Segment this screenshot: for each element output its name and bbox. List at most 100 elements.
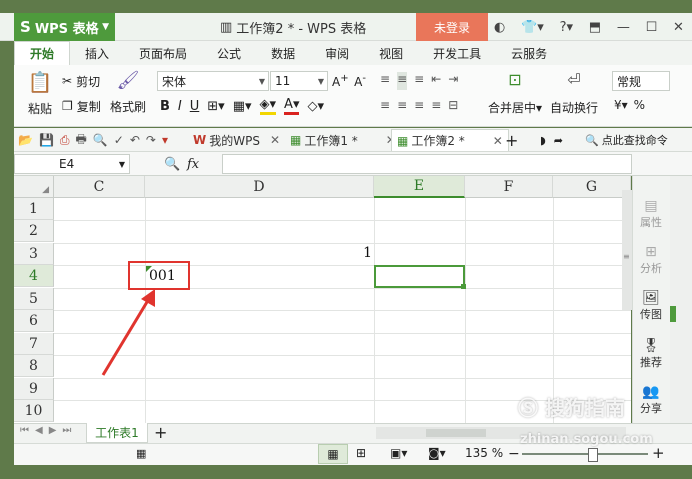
shirt-icon[interactable]: 👕▾ [521,20,544,35]
copy-button[interactable]: ❐ 复制 [62,97,114,115]
font-size-select[interactable]: 11 ▼ [270,71,328,91]
underline-icon[interactable]: U [190,99,200,114]
close-icon[interactable]: ✕ [270,133,280,147]
tab-developer[interactable]: 开发工具 [418,41,496,65]
sheet-tab-1[interactable]: 工作表1 [86,423,148,443]
align-center-icon[interactable]: ≡ [397,98,407,116]
app-menu-button[interactable]: S WPS 表格 ▼ [14,13,115,41]
sidebar-collapse[interactable] [670,176,692,423]
row-header-8[interactable]: 8 [14,355,54,377]
panel-item-recommend[interactable]: 🎖 推荐 [632,338,670,370]
fill-pattern-icon[interactable]: ▦▾ [233,99,252,114]
restore-panel-icon[interactable]: ⬒ [589,20,601,35]
column-header-g[interactable]: G [553,176,631,198]
pointer-icon[interactable]: ➦ [554,134,563,147]
login-button[interactable]: 未登录 [416,13,488,41]
panel-item-upload-image[interactable]: 🖼 传图 [632,290,670,322]
column-header-c[interactable]: C [54,176,145,198]
next-sheet-icon[interactable]: ▶ [49,425,57,441]
zoom-formula-icon[interactable]: 🔍 [164,154,182,174]
increase-indent-icon[interactable]: ⇥ [448,72,458,90]
distributed-icon[interactable]: ⊟ [448,98,458,116]
row-header-10[interactable]: 10 [14,400,54,422]
tab-data[interactable]: 数据 [256,41,310,65]
align-left-icon[interactable]: ≡ [380,98,390,116]
scroll-thumb[interactable] [426,429,486,437]
tab-cloud[interactable]: 云服务 [496,41,562,65]
redo-icon[interactable]: ↷ [146,133,156,147]
paste-button[interactable]: 📋 粘贴 [22,70,58,124]
tab-doc2[interactable]: ▦ 工作簿2 * ✕ [391,129,509,151]
vertical-scrollbar[interactable]: ≡ [622,190,632,310]
close-icon[interactable]: ✕ [493,134,503,148]
column-header-f[interactable]: F [465,176,553,198]
wrap-text-button[interactable]: ⏎ 自动换行 [550,70,598,124]
help-icon[interactable]: ?▾ [560,20,573,35]
row-header-6[interactable]: 6 [14,310,54,332]
new-tab-icon[interactable]: + [505,129,521,151]
border-icon[interactable]: ⊞▾ [207,99,224,114]
zoom-slider[interactable] [522,448,648,462]
tab-review[interactable]: 审阅 [310,41,364,65]
row-header-2[interactable]: 2 [14,220,54,242]
name-box[interactable]: E4 ▼ [14,154,130,174]
print-preview-icon[interactable]: 🔍 [93,133,108,147]
tab-formulas[interactable]: 公式 [202,41,256,65]
panel-item-analysis[interactable]: ⊞ 分析 [632,244,670,276]
sync-icon[interactable]: ◗ [540,134,546,147]
row-header-9[interactable]: 9 [14,378,54,400]
tab-page-layout[interactable]: 页面布局 [124,41,202,65]
cut-button[interactable]: ✂ 剪切 [62,72,114,90]
justify-icon[interactable]: ≡ [431,98,441,116]
percent-button[interactable]: % [634,98,645,116]
bold-icon[interactable]: B [160,99,170,114]
align-middle-icon[interactable]: ≡ [397,72,408,90]
minimize-icon[interactable]: — [617,20,630,35]
last-sheet-icon[interactable]: ⏭ [62,425,71,441]
close-icon[interactable]: ✕ [673,20,684,35]
export-pdf-icon[interactable]: ⎙ [60,133,70,148]
currency-icon[interactable]: ¥▾ [614,98,628,116]
record-macro-icon[interactable]: ▦ [136,447,150,461]
reading-mode-icon[interactable]: ◙▾ [428,446,452,462]
tab-home[interactable]: 开始 [14,40,71,66]
align-top-icon[interactable]: ≡ [380,72,390,90]
fill-color-icon[interactable]: ◈▾ [259,97,277,115]
open-folder-icon[interactable]: 📂 [18,133,33,147]
shrink-font-icon[interactable]: A- [354,73,366,89]
insert-function-button[interactable]: fx [187,154,211,174]
tab-doc1[interactable]: ▦ 工作簿1 * ✕ [285,129,401,151]
fill-handle[interactable] [461,284,466,289]
tab-view[interactable]: 视图 [364,41,418,65]
align-bottom-icon[interactable]: ≡ [414,72,424,90]
panel-item-properties[interactable]: ▤ 属性 [632,198,670,230]
clear-format-icon[interactable]: ◇▾ [307,99,324,114]
font-color-icon[interactable]: A▾ [284,97,300,115]
cell-d3[interactable]: 1 [300,245,372,265]
prev-sheet-icon[interactable]: ◀ [35,425,43,441]
italic-icon[interactable]: I [178,99,182,114]
print-icon[interactable]: 🖶 [76,130,87,151]
row-header-7[interactable]: 7 [14,333,54,355]
format-painter-button[interactable]: 🖌 格式刷 [108,70,148,124]
page-layout-view-icon[interactable]: ▣▾ [390,446,414,462]
zoom-out-icon[interactable]: − [508,446,522,462]
spell-check-icon[interactable]: ✓ [114,133,124,147]
merge-center-button[interactable]: ⊡ 合并居中▾ [486,70,544,124]
tab-my-wps[interactable]: W 我的WPS ✕ [188,129,285,151]
font-family-select[interactable]: 宋体 ▼ [157,71,269,91]
formula-input[interactable] [222,154,632,174]
normal-view-icon[interactable]: ▦ [318,444,348,464]
column-header-e[interactable]: E [374,176,465,198]
maximize-icon[interactable]: ☐ [646,20,658,35]
row-header-5[interactable]: 5 [14,288,54,310]
row-header-3[interactable]: 3 [14,243,54,265]
more-icon[interactable]: ▾ [162,133,168,147]
select-all-corner[interactable]: ◢ [14,176,54,198]
align-right-icon[interactable]: ≡ [414,98,424,116]
add-sheet-icon[interactable]: + [154,422,170,442]
tab-insert[interactable]: 插入 [70,41,124,65]
selected-cell-e4[interactable] [374,265,465,288]
first-sheet-icon[interactable]: ⏮ [20,425,29,441]
zoom-slider-thumb[interactable] [588,448,598,462]
